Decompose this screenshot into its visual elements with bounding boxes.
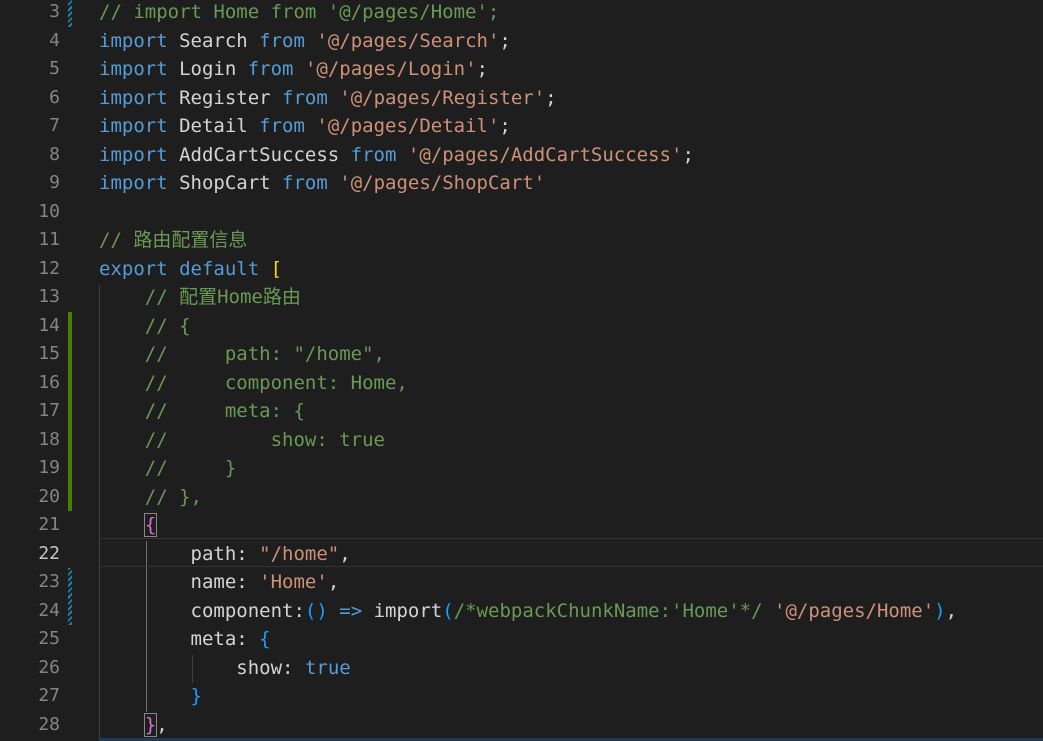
code-text[interactable]: meta: { — [99, 625, 271, 654]
code-editor[interactable]: 3 // import Home from '@/pages/Home'; 4 … — [0, 0, 1043, 741]
code-line[interactable]: 19 // } — [0, 454, 1043, 483]
code-text[interactable]: import AddCartSuccess from '@/pages/AddC… — [99, 141, 694, 170]
code-line[interactable]: 12 export default [ — [0, 255, 1043, 284]
line-number: 6 — [49, 86, 60, 108]
code-line[interactable]: 26 show: true — [0, 654, 1043, 683]
gutter-change-marker — [68, 0, 72, 27]
line-number: 27 — [38, 685, 60, 706]
code-line[interactable]: 20 // }, — [0, 482, 1043, 512]
code-text[interactable]: // } — [99, 454, 237, 483]
code-line[interactable]: 8 import AddCartSuccess from '@/pages/Ad… — [0, 141, 1043, 170]
line-number: 21 — [38, 514, 60, 535]
code-line[interactable]: 14 // { — [0, 311, 1043, 341]
code-line[interactable]: 21 { — [0, 511, 1043, 540]
code-line[interactable]: 7 import Detail from '@/pages/Detail'; — [0, 112, 1043, 141]
line-number: 20 — [38, 485, 60, 507]
gutter-change-marker — [68, 482, 72, 511]
line-number: 22 — [38, 542, 60, 564]
code-text[interactable]: // }, — [99, 483, 202, 512]
code-line[interactable]: 11 // 路由配置信息 — [0, 226, 1043, 255]
line-number: 8 — [49, 143, 60, 165]
gutter-change-marker — [68, 454, 72, 483]
code-text[interactable]: // meta: { — [99, 397, 305, 426]
code-text[interactable]: import Search from '@/pages/Search'; — [99, 27, 511, 56]
gutter-change-marker — [68, 425, 72, 454]
line-number: 5 — [49, 58, 60, 79]
line-number: 9 — [49, 172, 60, 193]
gutter-change-marker — [68, 596, 72, 625]
line-number: 4 — [49, 29, 60, 51]
line-number: 18 — [38, 428, 60, 450]
code-text[interactable]: import Login from '@/pages/Login'; — [99, 55, 488, 84]
code-text[interactable]: // 路由配置信息 — [99, 226, 247, 255]
line-number: 28 — [38, 713, 60, 735]
line-number: 3 — [49, 1, 60, 22]
code-text[interactable]: name: 'Home', — [99, 568, 340, 597]
line-number: 13 — [38, 286, 60, 307]
line-number: 7 — [49, 115, 60, 136]
code-text[interactable]: // component: Home, — [99, 369, 408, 398]
line-number: 23 — [38, 571, 60, 592]
gutter-change-marker — [68, 368, 72, 397]
gutter-change-marker — [68, 340, 72, 369]
line-number: 15 — [38, 343, 60, 364]
code-line[interactable]: 17 // meta: { — [0, 397, 1043, 426]
code-line[interactable]: 28 }, — [0, 711, 1043, 740]
code-line[interactable]: 5 import Login from '@/pages/Login'; — [0, 55, 1043, 84]
code-text[interactable]: } — [99, 682, 202, 711]
code-text[interactable]: component:() => import(/*webpackChunkNam… — [99, 597, 958, 626]
code-line[interactable]: 27 } — [0, 682, 1043, 711]
code-line[interactable]: 10 — [0, 198, 1043, 227]
line-number: 24 — [38, 599, 60, 621]
code-text[interactable]: export default [ — [99, 255, 282, 284]
line-number: 17 — [38, 400, 60, 421]
code-text[interactable]: { — [99, 511, 158, 540]
line-number: 19 — [38, 457, 60, 478]
gutter-change-marker — [68, 397, 72, 426]
code-text[interactable]: // { — [99, 312, 191, 341]
code-text[interactable]: import Register from '@/pages/Register'; — [99, 84, 557, 113]
code-text[interactable]: import Detail from '@/pages/Detail'; — [99, 112, 511, 141]
line-number: 25 — [38, 628, 60, 649]
code-line[interactable]: 23 name: 'Home', — [0, 568, 1043, 597]
line-number: 11 — [38, 229, 60, 250]
code-line[interactable]: 13 // 配置Home路由 — [0, 283, 1043, 312]
code-line[interactable]: 3 // import Home from '@/pages/Home'; — [0, 0, 1043, 27]
line-number: 10 — [38, 200, 60, 222]
code-text[interactable]: }, — [99, 711, 168, 740]
code-line[interactable]: 6 import Register from '@/pages/Register… — [0, 84, 1043, 113]
code-line[interactable]: 24 component:() => import(/*webpackChunk… — [0, 596, 1043, 626]
code-line[interactable]: 16 // component: Home, — [0, 368, 1043, 398]
line-number: 14 — [38, 314, 60, 336]
code-line[interactable]: 4 import Search from '@/pages/Search'; — [0, 27, 1043, 56]
code-text[interactable]: // show: true — [99, 426, 385, 455]
code-text[interactable]: // import Home from '@/pages/Home'; — [99, 0, 499, 27]
code-line[interactable]: 25 meta: { — [0, 625, 1043, 654]
code-line-current[interactable]: 22 path: "/home", — [0, 540, 1043, 569]
code-text[interactable]: path: "/home", — [99, 540, 351, 569]
code-text[interactable]: // 配置Home路由 — [99, 283, 301, 312]
code-line[interactable]: 9 import ShopCart from '@/pages/ShopCart… — [0, 169, 1043, 198]
code-text[interactable]: // path: "/home", — [99, 340, 385, 369]
line-number: 16 — [38, 371, 60, 393]
code-line[interactable]: 18 // show: true — [0, 425, 1043, 455]
code-text[interactable]: show: true — [99, 654, 350, 683]
line-number: 26 — [38, 656, 60, 678]
line-number: 12 — [38, 257, 60, 279]
code-text[interactable]: import ShopCart from '@/pages/ShopCart' — [99, 169, 545, 198]
code-line[interactable]: 15 // path: "/home", — [0, 340, 1043, 369]
gutter-change-marker — [68, 311, 72, 340]
gutter-change-marker — [68, 568, 72, 597]
